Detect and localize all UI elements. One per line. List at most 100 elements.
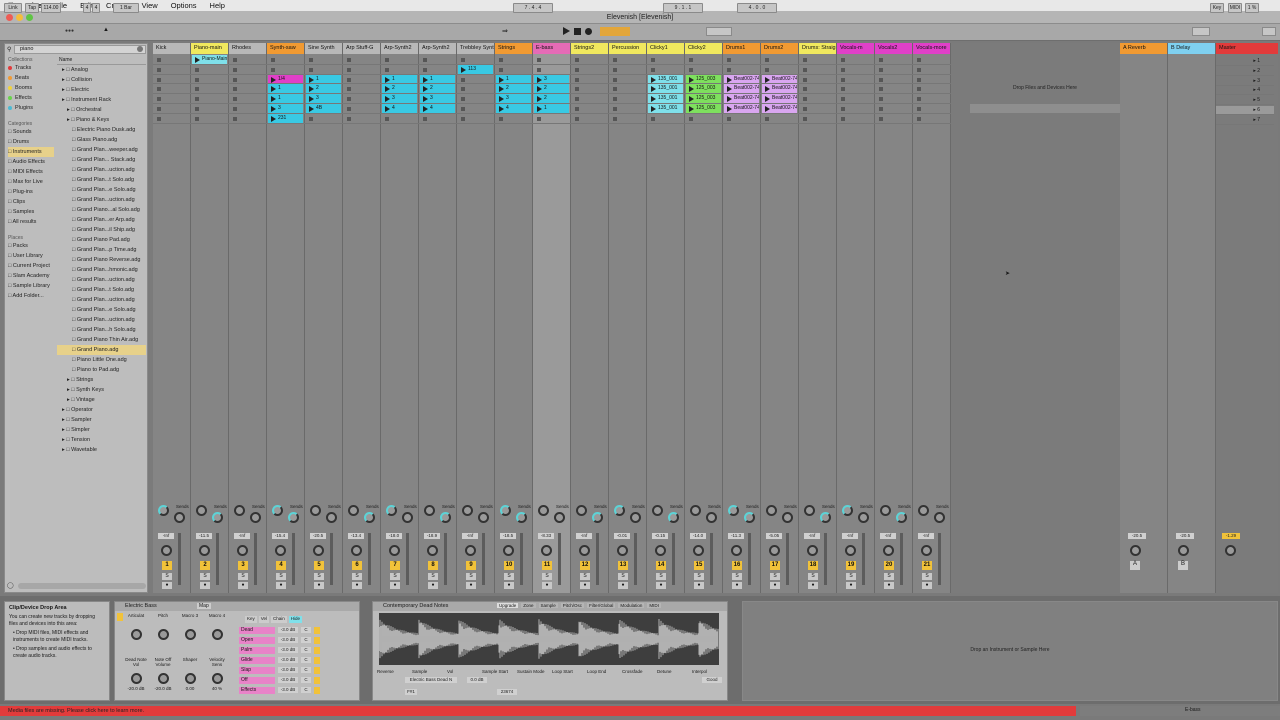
track-title[interactable]: Arp-Synth2 bbox=[381, 43, 418, 54]
track-title[interactable]: Vocals-more bbox=[913, 43, 950, 54]
clip-slot[interactable] bbox=[723, 55, 761, 65]
send-b-knob[interactable] bbox=[250, 512, 261, 523]
send-b-knob[interactable] bbox=[896, 512, 907, 523]
solo-button[interactable]: S bbox=[694, 573, 704, 580]
volume-fader[interactable] bbox=[710, 533, 713, 585]
macro-control[interactable]: Shaper 0.00 bbox=[177, 657, 203, 691]
clip-slot[interactable] bbox=[571, 94, 609, 104]
root-key-field[interactable]: F#1 bbox=[405, 689, 417, 695]
volume-fader[interactable] bbox=[938, 533, 941, 585]
clip[interactable]: 1 bbox=[268, 84, 303, 94]
clip[interactable]: 135_001 bbox=[648, 94, 683, 103]
send-b-knob[interactable] bbox=[934, 512, 945, 523]
clip-slot[interactable] bbox=[191, 84, 229, 95]
chain-row[interactable]: Glide -3.0 dB C bbox=[239, 657, 357, 664]
browser-file-item[interactable]: ▸ □ Synth Keys bbox=[57, 385, 146, 395]
clip-stop-button[interactable] bbox=[841, 87, 845, 92]
macro-control[interactable]: Pitch bbox=[150, 613, 176, 640]
send-b-knob[interactable] bbox=[364, 512, 375, 523]
tap-tempo-button[interactable]: Tap bbox=[25, 3, 39, 13]
clip-slot[interactable] bbox=[571, 104, 609, 114]
instrument-drop-area[interactable]: Drop an Instrument or Sample Here bbox=[742, 601, 1278, 701]
clip-slot[interactable] bbox=[799, 55, 837, 65]
clip-slot[interactable] bbox=[761, 65, 799, 75]
return-volume-field[interactable]: -20.5 bbox=[1128, 533, 1146, 539]
clip-stop-button[interactable] bbox=[575, 116, 579, 121]
clip-stop-button[interactable] bbox=[575, 87, 579, 92]
clip-stop-button[interactable] bbox=[689, 58, 693, 62]
clip-stop-button[interactable] bbox=[651, 67, 655, 72]
clip-stop-button[interactable] bbox=[461, 87, 465, 92]
place-item[interactable]: □ Slam Academy bbox=[8, 271, 54, 281]
volume-fader[interactable] bbox=[292, 533, 295, 585]
arm-button[interactable]: ● bbox=[732, 582, 742, 589]
clip-play-icon[interactable] bbox=[309, 105, 314, 112]
arm-button[interactable]: ● bbox=[276, 582, 286, 589]
collection-item[interactable]: Booms bbox=[8, 83, 54, 93]
volume-fader[interactable] bbox=[558, 533, 561, 585]
clip-stop-button[interactable] bbox=[575, 97, 579, 102]
arm-button[interactable]: ● bbox=[884, 582, 894, 589]
arm-button[interactable]: ● bbox=[656, 582, 666, 589]
sampler-tab[interactable]: Filter/Global bbox=[587, 603, 616, 608]
master-volume-field[interactable]: -1.29 bbox=[1222, 533, 1240, 539]
chain-tab[interactable]: Vel bbox=[258, 616, 270, 623]
browser-file-item[interactable]: ▸ □ Electric bbox=[57, 85, 146, 95]
track-title[interactable]: Strings2 bbox=[571, 43, 608, 54]
clip-slot[interactable] bbox=[875, 84, 913, 95]
pan-knob[interactable] bbox=[617, 545, 628, 556]
solo-button[interactable]: S bbox=[276, 573, 286, 580]
macro-knob[interactable] bbox=[157, 629, 169, 640]
clip-stop-button[interactable] bbox=[423, 116, 427, 121]
clip-stop-button[interactable] bbox=[841, 67, 845, 72]
clip-slot[interactable] bbox=[761, 55, 799, 65]
clip-play-icon[interactable] bbox=[271, 105, 276, 112]
clip[interactable]: 4 bbox=[496, 103, 531, 113]
pan-knob[interactable] bbox=[731, 545, 742, 556]
track-activator[interactable]: 15 bbox=[694, 561, 704, 570]
category-item[interactable]: □ Sounds bbox=[8, 127, 54, 137]
track-title[interactable]: Arp-Synth2 bbox=[419, 43, 456, 54]
clip-slot[interactable] bbox=[723, 114, 761, 124]
category-item[interactable]: □ All results bbox=[8, 217, 54, 227]
clip-stop-button[interactable] bbox=[879, 58, 883, 62]
clip-slot[interactable]: 113 bbox=[457, 64, 495, 75]
category-item[interactable]: □ Instruments bbox=[8, 147, 54, 157]
waveform-display[interactable] bbox=[379, 613, 719, 665]
record-icon[interactable] bbox=[585, 28, 592, 35]
clip[interactable]: 125_003 bbox=[686, 74, 721, 84]
track-activator[interactable]: 8 bbox=[428, 561, 438, 570]
chain-volume[interactable]: -3.0 dB bbox=[278, 687, 298, 693]
clip-slot[interactable]: 4 bbox=[381, 103, 419, 114]
clip-stop-button[interactable] bbox=[613, 67, 617, 72]
clip[interactable]: 2 bbox=[382, 84, 417, 94]
solo-button[interactable]: S bbox=[504, 573, 514, 580]
link-button[interactable]: Link bbox=[4, 3, 22, 13]
clip-slot[interactable] bbox=[457, 84, 495, 95]
arm-button[interactable]: ● bbox=[162, 582, 172, 589]
clip-stop-button[interactable] bbox=[157, 58, 161, 62]
browser-file-item[interactable]: □ Grand Plan...uction.adg bbox=[57, 275, 146, 285]
clip-slot[interactable] bbox=[495, 65, 533, 75]
menu-view[interactable]: View bbox=[142, 1, 158, 10]
clip-stop-button[interactable] bbox=[841, 106, 845, 111]
volume-fader[interactable] bbox=[368, 533, 371, 585]
track-activator[interactable]: 13 bbox=[618, 561, 628, 570]
return-letter[interactable]: B bbox=[1178, 561, 1188, 570]
clip-slot[interactable] bbox=[685, 55, 723, 65]
clip-slot[interactable]: Piano-Main bbox=[191, 55, 229, 65]
sampler-tab[interactable]: MIDI bbox=[647, 603, 661, 608]
chain-tab[interactable]: Chain bbox=[271, 616, 287, 623]
browser-file-item[interactable]: ▸ □ Operator bbox=[57, 405, 146, 415]
clip-stop-button[interactable] bbox=[233, 77, 237, 82]
chain-row[interactable]: Effects -3.0 dB C bbox=[239, 687, 357, 694]
solo-button[interactable]: S bbox=[428, 573, 438, 580]
chain-tab[interactable]: Key bbox=[245, 616, 257, 623]
clip-slot[interactable]: 135_001 bbox=[647, 94, 685, 104]
clip-stop-button[interactable] bbox=[575, 77, 579, 82]
pan-knob[interactable] bbox=[921, 545, 932, 556]
browser-file-item[interactable]: □ Piano Little One.adg bbox=[57, 355, 146, 365]
scene-launch[interactable]: ▸ 3 bbox=[1216, 77, 1274, 86]
clip-stop-button[interactable] bbox=[613, 116, 617, 121]
clip-play-icon[interactable] bbox=[195, 57, 200, 63]
